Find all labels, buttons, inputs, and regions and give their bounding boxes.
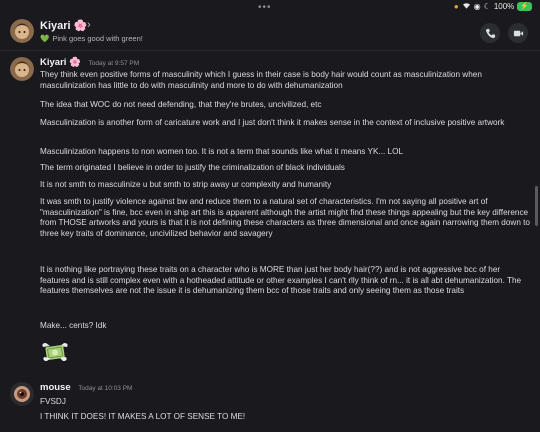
message-author[interactable]: mouse Today at 10:03 PM [40,382,132,393]
green-heart-icon: 💚 [40,34,50,43]
system-status: ● ◉ ☾ 100% ⚡ [454,2,532,11]
location-icon: ● [453,2,459,11]
money-with-wings-sticker[interactable] [40,337,70,367]
message-timestamp: Today at 9:57 PM [88,60,140,67]
status-bar: ••• ● ◉ ☾ 100% ⚡ [0,0,540,14]
custom-status: 💚 Pink goes good with green! [40,34,143,43]
message-text: Masculinization happens to non women too… [40,147,404,156]
avatar[interactable] [10,382,34,406]
avatar[interactable] [10,19,34,43]
message-text: FVSDJ [40,397,66,406]
message-text: It is nothing like portraying these trai… [40,265,522,295]
scrollbar[interactable] [535,186,538,226]
message-text: I THINK IT DOES! IT MAKES A LOT OF SENSE… [40,412,246,421]
message-text: It is not smth to masculinize u but smth… [40,180,332,189]
more-dots-icon[interactable]: ••• [258,2,272,13]
header-name-text: Kiyari [40,20,71,32]
header-name[interactable]: Kiyari 🌸 [40,19,87,32]
message-text: The term originated I believe in order t… [40,163,345,172]
message-text: They think even positive forms of mascul… [40,70,482,90]
battery-icon: ⚡ [517,2,532,11]
video-call-button[interactable] [508,23,528,43]
header-name-emoji: 🌸 [73,20,88,32]
custom-status-text: Pink goes good with green! [52,34,143,43]
wifi-icon [462,2,471,11]
moon-icon: ☾ [483,2,491,11]
call-button[interactable] [480,23,500,43]
message-text: Make... cents? Idk [40,321,107,330]
battery-percent: 100% [493,2,515,11]
author-emoji: 🌸 [69,57,81,68]
video-icon [513,30,523,36]
message-timestamp: Today at 10:03 PM [78,385,133,392]
author-name: mouse [40,382,71,393]
phone-icon [485,28,495,38]
message-text: The idea that WOC do not need defending,… [40,100,322,109]
avatar[interactable] [10,57,34,81]
author-name: Kiyari [40,57,67,68]
message-text: It was smth to justify violence against … [40,197,530,238]
message-author[interactable]: Kiyari 🌸 Today at 9:57 PM [40,57,139,68]
message-text: Masculinization is another form of caric… [40,118,505,127]
chevron-right-icon[interactable]: › [87,19,91,31]
eye-icon: ◉ [473,2,481,11]
dm-header: Kiyari 🌸 › 💚 Pink goes good with green! [0,14,540,51]
